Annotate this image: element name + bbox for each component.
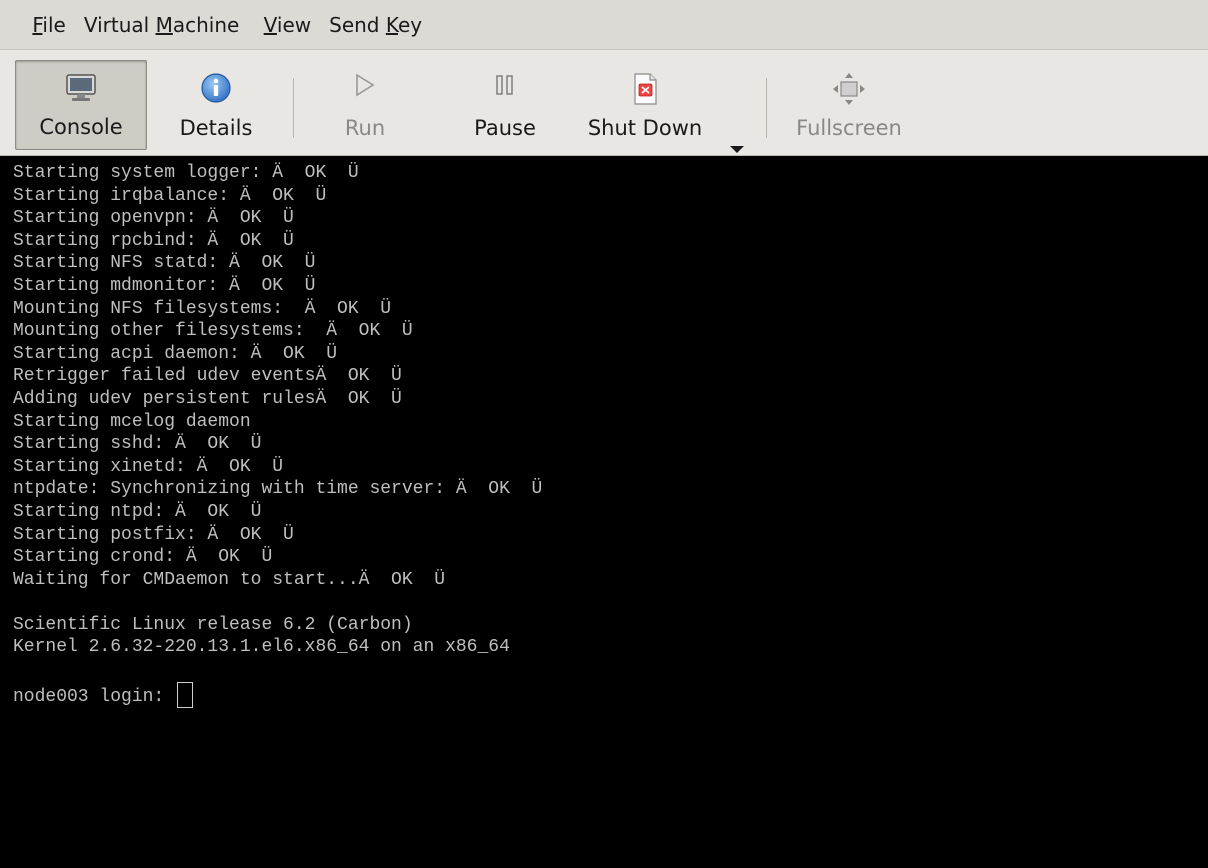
menu-vm-key: M: [155, 12, 173, 37]
vm-console[interactable]: Starting system logger: Ä OK Ü Starting i…: [0, 156, 1208, 868]
run-button[interactable]: Run: [330, 60, 400, 150]
menu-sendkey-pre: Send: [329, 12, 386, 37]
monitor-icon: [64, 73, 98, 108]
console-line: Scientific Linux release 6.2 (Carbon): [13, 614, 413, 635]
play-icon: [353, 72, 377, 103]
login-prompt: node003 login:: [13, 686, 176, 707]
console-line: Starting sshd: Ä OK Ü: [13, 434, 262, 455]
console-button[interactable]: Console: [15, 60, 147, 150]
console-line: Starting NFS statd: Ä OK Ü: [13, 253, 316, 274]
info-icon: [200, 72, 232, 109]
fullscreen-icon: [832, 72, 866, 111]
console-line: Starting crond: Ä OK Ü: [13, 547, 273, 568]
menu-virtual-machine[interactable]: Virtual Machine: [75, 0, 248, 50]
menu-view[interactable]: View: [248, 0, 320, 50]
menu-file-post: ile: [42, 12, 66, 37]
toolbar: Console Details Run Pause Shut Down Full…: [0, 50, 1208, 156]
menu-bar: File Virtual Machine View Send Key: [0, 0, 1208, 50]
pause-label: Pause: [474, 116, 536, 140]
text-cursor: [177, 681, 194, 708]
menu-vm-post: achine: [172, 12, 240, 37]
console-label: Console: [39, 115, 123, 139]
details-button[interactable]: Details: [160, 60, 272, 150]
console-line: Starting xinetd: Ä OK Ü: [13, 456, 284, 477]
power-icon: [630, 72, 660, 111]
menu-sendkey-post: ey: [397, 12, 423, 37]
menu-sendkey-key: K: [385, 12, 398, 37]
console-line: Starting ntpd: Ä OK Ü: [13, 501, 262, 522]
run-label: Run: [344, 116, 386, 140]
menu-vm-pre: Virtual: [83, 12, 156, 37]
toolbar-separator: [766, 78, 767, 138]
console-line: Mounting other filesystems: Ä OK Ü: [13, 321, 413, 342]
toolbar-separator: [293, 78, 294, 138]
login-prompt-line[interactable]: node003 login:: [13, 681, 1208, 709]
shutdown-button[interactable]: Shut Down: [570, 60, 720, 150]
fullscreen-label: Fullscreen: [796, 116, 902, 140]
console-line: Starting rpcbind: Ä OK Ü: [13, 230, 294, 251]
console-line: Starting mcelog daemon: [13, 411, 251, 432]
console-line: Starting acpi daemon: Ä OK Ü: [13, 343, 338, 364]
shutdown-dropdown-arrow[interactable]: [730, 146, 744, 153]
console-line: Starting openvpn: Ä OK Ü: [13, 208, 294, 229]
details-label: Details: [179, 116, 253, 140]
menu-file[interactable]: File: [0, 0, 75, 50]
menu-view-post: iew: [276, 12, 312, 37]
console-line: Retrigger failed udev eventsÄ OK Ü: [13, 366, 402, 387]
console-line: ntpdate: Synchronizing with time server:…: [13, 479, 543, 500]
shutdown-label: Shut Down: [587, 116, 703, 140]
menu-send-key[interactable]: Send Key: [320, 0, 431, 50]
menu-view-key: V: [263, 12, 277, 37]
console-line: Kernel 2.6.32-220.13.1.el6.x86_64 on an …: [13, 637, 510, 658]
pause-button[interactable]: Pause: [460, 60, 550, 150]
console-line: Mounting NFS filesystems: Ä OK Ü: [13, 298, 392, 319]
console-line: Starting mdmonitor: Ä OK Ü: [13, 275, 316, 296]
console-line: Waiting for CMDaemon to start...Ä OK Ü: [13, 569, 446, 590]
console-line: Starting irqbalance: Ä OK Ü: [13, 185, 327, 206]
console-line: Starting postfix: Ä OK Ü: [13, 524, 294, 545]
console-line: Starting system logger: Ä OK Ü: [13, 163, 359, 183]
console-line: Adding udev persistent rulesÄ OK Ü: [13, 388, 402, 409]
pause-icon: [492, 72, 518, 103]
menu-file-key: F: [32, 12, 43, 37]
fullscreen-button[interactable]: Fullscreen: [784, 60, 914, 150]
